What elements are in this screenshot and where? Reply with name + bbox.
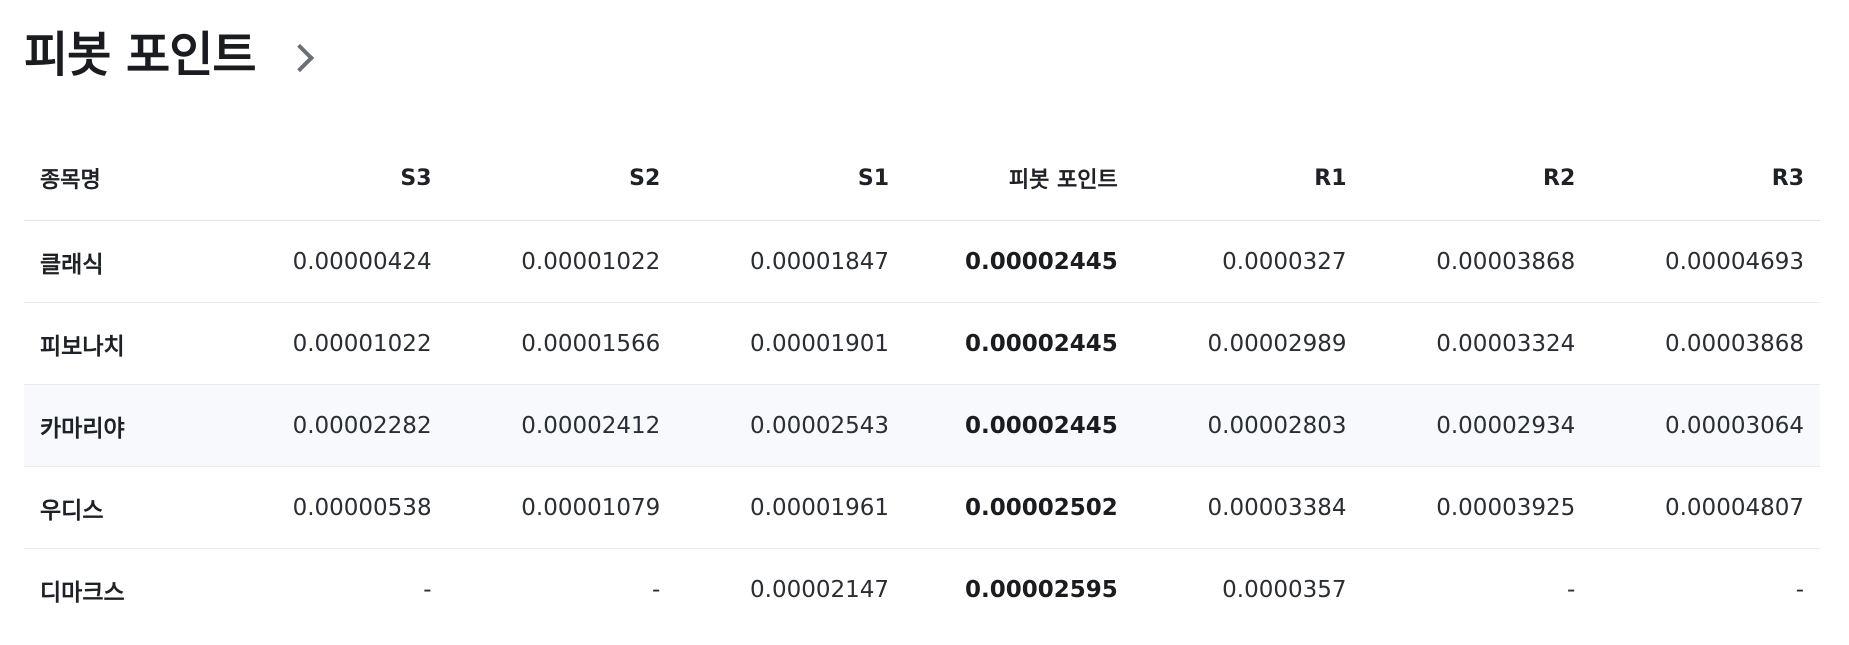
cell-s3: 0.00000538 <box>214 466 448 549</box>
section-title: 피봇 포인트 <box>24 27 257 83</box>
row-name: 우디스 <box>24 466 215 549</box>
row-name: 디마크스 <box>40 579 125 606</box>
section-header-link[interactable]: 피봇 포인트 <box>24 0 1820 110</box>
cell-s3: 0.00002282 <box>214 384 448 467</box>
cell-r3: 0.00003868 <box>1591 302 1820 385</box>
cell-r3: 0.00003064 <box>1591 384 1820 467</box>
pivot-points-table: 종목명 S3 S2 S1 피봇 포인트 R1 R2 R3 클래식 0.00000… <box>24 136 1820 630</box>
cell-r1: 0.0000327 <box>1133 220 1363 303</box>
table-row: 피보나치 0.00001022 0.00001566 0.00001901 0.… <box>24 302 1820 385</box>
table-row: 클래식 0.00000424 0.00001022 0.00001847 0.0… <box>24 220 1820 303</box>
cell-s1: 0.00001847 <box>676 220 906 303</box>
cell-s3: 0.00000424 <box>214 220 448 303</box>
cell-pivot: 0.00002502 <box>905 466 1134 549</box>
cell-s2: - <box>652 576 661 603</box>
cell-r1: 0.00003384 <box>1133 466 1363 549</box>
cell-r1: 0.00002803 <box>1133 384 1363 467</box>
cell-s1: 0.00001961 <box>676 466 906 549</box>
column-header-s1: S1 <box>676 136 906 221</box>
column-header-s3: S3 <box>214 136 448 221</box>
cell-r3: 0.00004693 <box>1591 220 1820 303</box>
cell-s3: 0.00001022 <box>214 302 448 385</box>
cell-r3: 0.00004807 <box>1591 466 1820 549</box>
chevron-right-icon[interactable] <box>285 43 314 73</box>
column-header-pivot: 피봇 포인트 <box>905 136 1134 221</box>
cell-s1: 0.00001901 <box>676 302 906 385</box>
cell-r1: 0.00002989 <box>1133 302 1363 385</box>
column-header-name: 종목명 <box>24 136 215 221</box>
cell-r2: 0.00003324 <box>1362 302 1592 385</box>
table-header-row: 종목명 S3 S2 S1 피봇 포인트 R1 R2 R3 <box>24 136 1820 221</box>
row-name: 카마리야 <box>24 384 215 467</box>
cell-r2: 0.00002934 <box>1362 384 1592 467</box>
table-row: 우디스 0.00000538 0.00001079 0.00001961 0.0… <box>24 466 1820 549</box>
column-header-r2: R2 <box>1362 136 1592 221</box>
row-name: 피보나치 <box>24 302 215 385</box>
table-row-highlighted: 카마리야 0.00002282 0.00002412 0.00002543 0.… <box>24 384 1820 467</box>
cell-s3: - <box>423 576 432 603</box>
cell-pivot: 0.00002445 <box>905 302 1134 385</box>
pivot-points-section: 피봇 포인트 종목명 S3 S2 S1 피봇 포인트 R1 R2 R3 클래식 … <box>24 0 1820 630</box>
cell-pivot: 0.00002445 <box>905 220 1134 303</box>
cell-pivot: 0.00002445 <box>905 384 1134 467</box>
column-header-r3: R3 <box>1591 136 1820 221</box>
cell-r2: - <box>1566 576 1576 603</box>
cell-r1: 0.0000357 <box>1222 576 1347 603</box>
cell-pivot: 0.00002595 <box>965 576 1118 603</box>
table-row: 디마크스 - - 0.00002147 0.00002595 0.0000357… <box>24 549 1820 631</box>
cell-s2: 0.00001022 <box>447 220 677 303</box>
cell-r3: - <box>1795 576 1804 603</box>
cell-r2: 0.00003925 <box>1362 466 1592 549</box>
cell-s1: 0.00002147 <box>750 576 890 603</box>
cell-s1: 0.00002543 <box>676 384 906 467</box>
cell-s2: 0.00002412 <box>447 384 677 467</box>
row-name: 클래식 <box>24 220 215 303</box>
cell-r2: 0.00003868 <box>1362 220 1592 303</box>
cell-s2: 0.00001079 <box>447 466 677 549</box>
column-header-s2: S2 <box>447 136 677 221</box>
cell-s2: 0.00001566 <box>447 302 677 385</box>
column-header-r1: R1 <box>1133 136 1363 221</box>
